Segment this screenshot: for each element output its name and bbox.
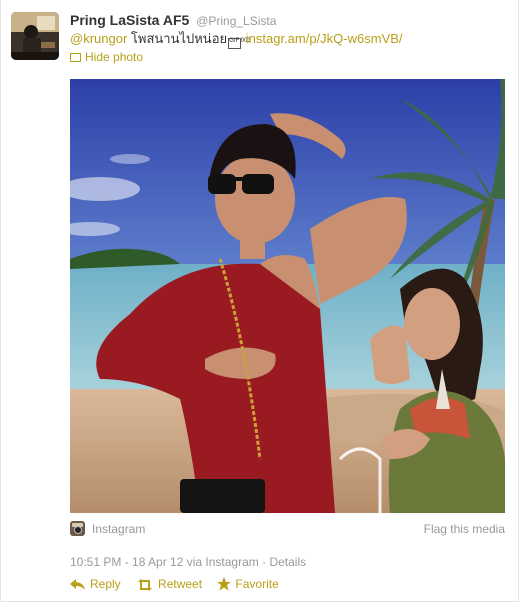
reply-label: Reply (90, 577, 121, 591)
retweet-icon (138, 579, 153, 591)
user-handle[interactable]: @Pring_LSista (196, 14, 276, 28)
user-fullname[interactable]: Pring LaSista AF5 (70, 12, 189, 28)
star-icon (217, 577, 232, 591)
reply-button[interactable]: Reply (70, 575, 121, 593)
favorite-button[interactable]: Favorite (217, 575, 279, 593)
instagram-icon[interactable] (70, 521, 85, 536)
mention-link[interactable]: @krungor (70, 31, 127, 46)
media-source-label[interactable]: Instagram (92, 520, 145, 538)
unknown-glyph-icon: GIF 003 (228, 38, 251, 49)
reply-icon (70, 579, 85, 590)
tweet-card: Pring LaSista AF5 @Pring_LSista @krungor… (0, 0, 519, 602)
favorite-label: Favorite (235, 577, 279, 591)
hide-photo-button[interactable]: Hide photo (70, 50, 143, 64)
retweet-button[interactable]: Retweet (136, 575, 202, 593)
tweet-photo[interactable] (70, 79, 505, 513)
retweet-label: Retweet (158, 577, 203, 591)
hide-photo-label: Hide photo (85, 50, 144, 64)
tweet-meta: 10:51 PM - 18 Apr 12 via Instagram · Det… (70, 554, 306, 570)
tweet-header: Pring LaSista AF5 @Pring_LSista (70, 11, 276, 30)
media-source-bar: Instagram Flag this media (70, 520, 505, 538)
tweet-actions: Reply Retweet Favorite (70, 575, 291, 593)
photo-icon (70, 53, 81, 62)
tweet-body: โพสนานไปหน่อย (127, 31, 228, 46)
instagram-url-link[interactable]: instagr.am/p/JkQ-w6smVB/ (246, 31, 403, 46)
flag-media-link[interactable]: Flag this media (424, 520, 505, 538)
tweet-timestamp[interactable]: 10:51 PM - 18 Apr 12 via Instagram (70, 555, 259, 569)
avatar[interactable] (11, 12, 59, 60)
details-link[interactable]: Details (269, 555, 306, 569)
tweet-text: @krungor โพสนานไปหน่อย GIF 003 instagr.am… (70, 30, 403, 49)
meta-separator: · (258, 555, 270, 569)
